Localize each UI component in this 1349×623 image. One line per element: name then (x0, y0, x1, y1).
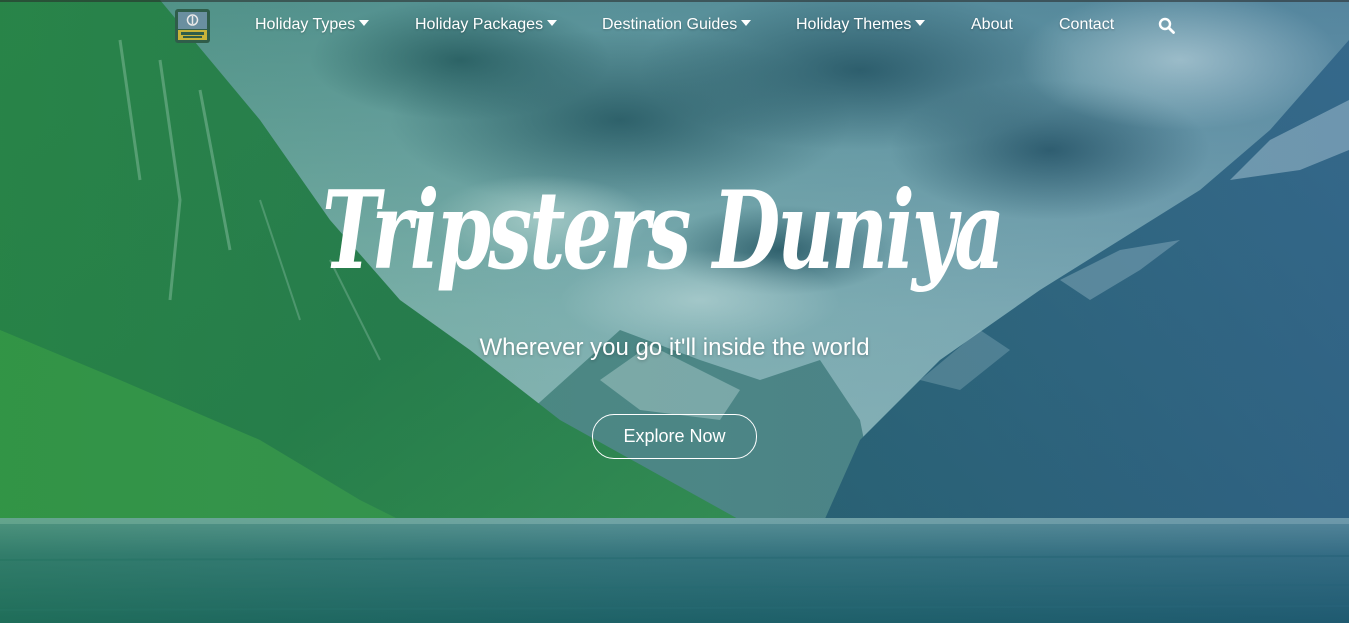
hero-section: Holiday Types Holiday Packages Destinati… (0, 0, 1349, 623)
nav-holiday-types-label: Holiday Types (255, 16, 356, 33)
hero-title-text: Tripsters Duniya (322, 168, 1002, 294)
nav-holiday-themes-label: Holiday Themes (796, 16, 912, 33)
nav-holiday-themes[interactable]: Holiday Themes (796, 15, 926, 35)
nav-contact-label: Contact (1059, 16, 1115, 33)
caret-down-icon (915, 20, 926, 26)
caret-down-icon (741, 20, 752, 26)
nav-holiday-packages[interactable]: Holiday Packages (415, 15, 558, 35)
nav-holiday-types[interactable]: Holiday Types (255, 15, 370, 35)
nav-destination-guides-label: Destination Guides (602, 16, 738, 33)
nav-about[interactable]: About (971, 15, 1013, 35)
explore-now-button[interactable]: Explore Now (592, 414, 757, 459)
hero-title: Tripsters Duniya (322, 168, 1006, 294)
nav-about-label: About (971, 16, 1013, 33)
nav-destination-guides[interactable]: Destination Guides (602, 15, 752, 35)
site-logo[interactable] (175, 9, 210, 43)
caret-down-icon (359, 20, 370, 26)
top-border (0, 0, 1349, 2)
nav-holiday-packages-label: Holiday Packages (415, 16, 544, 33)
nav-contact[interactable]: Contact (1059, 15, 1114, 35)
top-navbar: Holiday Types Holiday Packages Destinati… (0, 0, 1349, 50)
hero-tagline: Wherever you go it'll inside the world (479, 334, 870, 361)
search-icon[interactable] (1158, 17, 1176, 35)
caret-down-icon (547, 20, 558, 26)
